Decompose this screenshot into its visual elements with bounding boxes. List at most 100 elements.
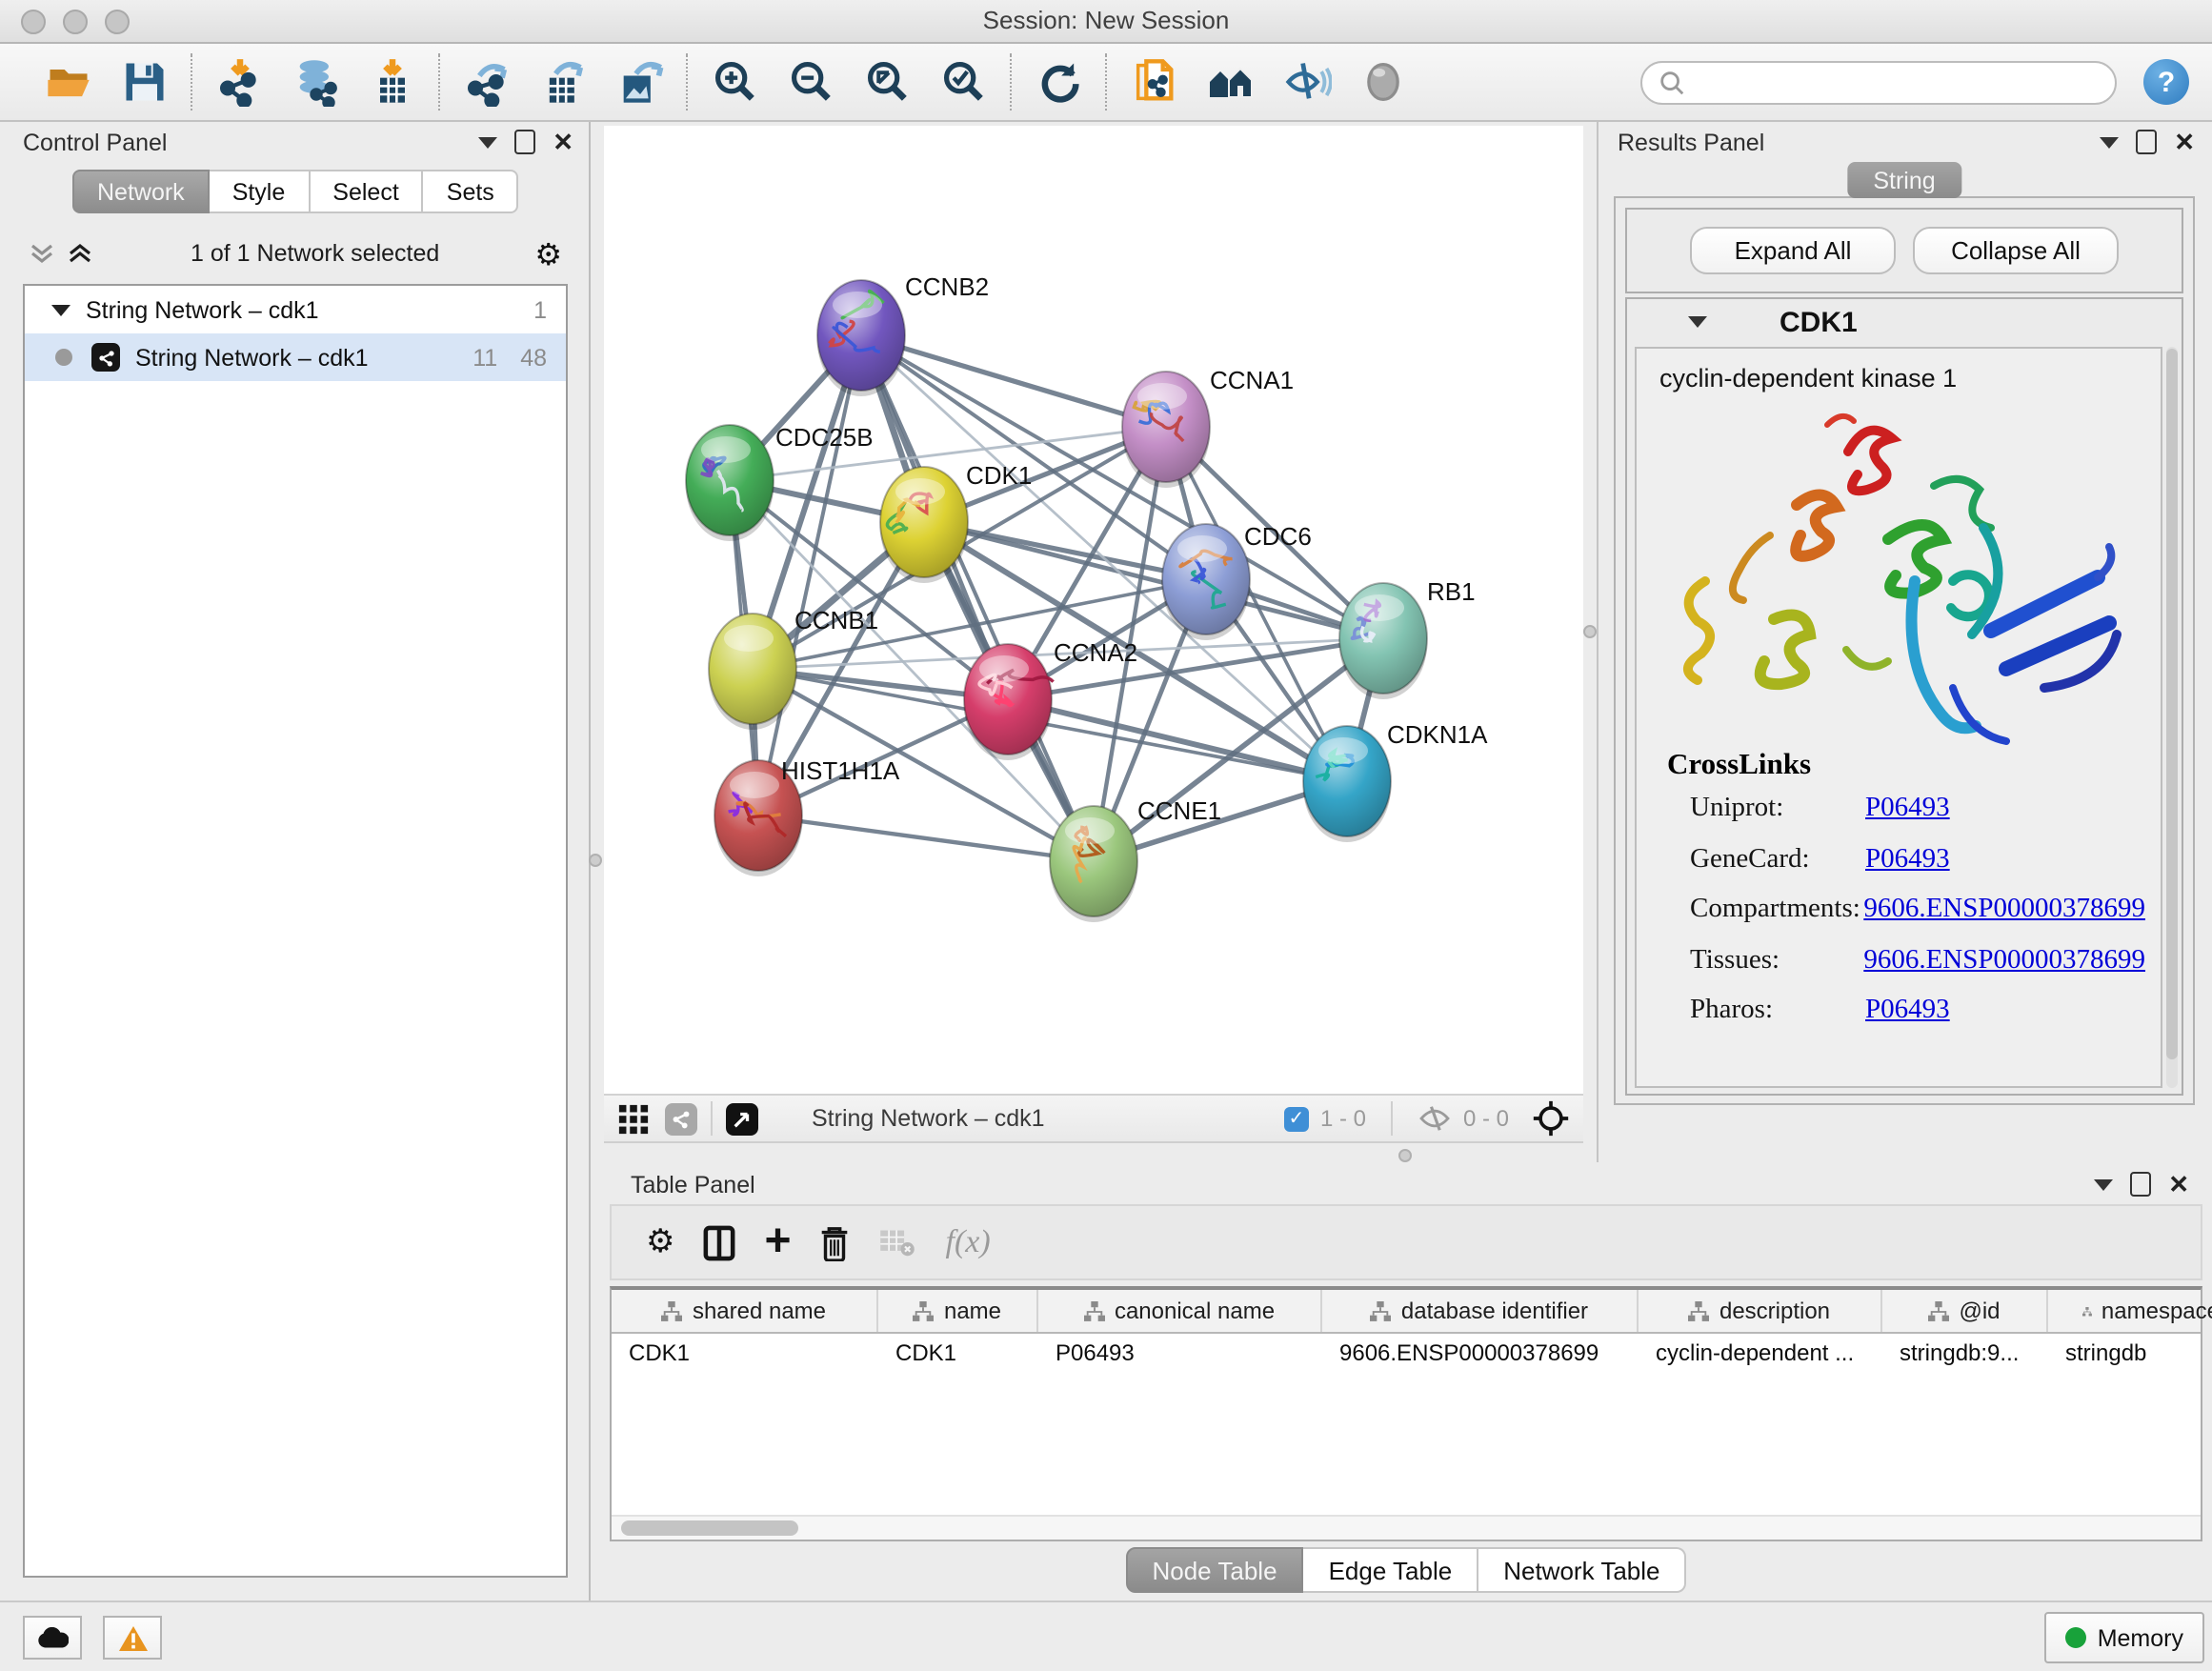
- node-gloss-highlight: [730, 772, 779, 798]
- close-panel-icon[interactable]: ✕: [2174, 131, 2195, 152]
- column-header[interactable]: @id: [1882, 1290, 2048, 1332]
- gene-card-collapse-icon[interactable]: [1688, 316, 1707, 328]
- tab-string[interactable]: String: [1846, 162, 1961, 198]
- fit-selected-crosshair-icon[interactable]: [1532, 1099, 1570, 1137]
- collapse-all-icon[interactable]: [27, 238, 57, 269]
- tab-style[interactable]: Style: [210, 170, 311, 213]
- import-table-file-button[interactable]: [368, 57, 417, 107]
- float-panel-icon[interactable]: [2130, 1172, 2151, 1197]
- refresh-button[interactable]: [1035, 57, 1084, 107]
- zoom-in-button[interactable]: [711, 57, 760, 107]
- collapse-all-button[interactable]: Collapse All: [1913, 227, 2119, 274]
- float-panel-icon[interactable]: [514, 130, 535, 154]
- expand-all-button[interactable]: Expand All: [1690, 227, 1896, 274]
- table-cell[interactable]: stringdb: [2048, 1334, 2212, 1372]
- crosslink-row: Pharos: P06493: [1690, 995, 2145, 1045]
- panel-menu-icon[interactable]: [2094, 1178, 2113, 1190]
- network-collection-row[interactable]: String Network – cdk1 1: [25, 286, 566, 333]
- control-panel: Control Panel ✕ Network Style Select Set…: [4, 122, 591, 1601]
- column-header[interactable]: namespace: [2048, 1290, 2212, 1332]
- hide-details-button[interactable]: [1282, 57, 1332, 107]
- network-row-selected[interactable]: String Network – cdk1 11 48: [25, 333, 566, 381]
- search-input[interactable]: [1640, 60, 2117, 104]
- splitter-handle[interactable]: [1398, 1149, 1412, 1162]
- show-details-button[interactable]: [1358, 57, 1408, 107]
- table-cell[interactable]: 9606.ENSP00000378699: [1322, 1334, 1639, 1372]
- table-cell[interactable]: cyclin-dependent ...: [1639, 1334, 1882, 1372]
- crosslink-link[interactable]: P06493: [1865, 843, 1950, 876]
- crosslink-link[interactable]: 9606.ENSP00000378699: [1863, 944, 2145, 976]
- share-view-icon[interactable]: [665, 1102, 697, 1135]
- table-cell[interactable]: stringdb:9...: [1882, 1334, 2048, 1372]
- table-cell[interactable]: CDK1: [878, 1334, 1038, 1372]
- add-column-icon[interactable]: +: [765, 1225, 792, 1259]
- crosslink-row: Uniprot: P06493: [1690, 793, 2145, 843]
- import-network-database-button[interactable]: [292, 57, 341, 107]
- help-button[interactable]: ?: [2143, 59, 2189, 105]
- table-panel-title: Table Panel: [631, 1172, 755, 1198]
- birds-eye-view-icon[interactable]: [726, 1102, 758, 1135]
- network-document-button[interactable]: [1130, 57, 1179, 107]
- zoom-selected-button[interactable]: [939, 57, 989, 107]
- tab-network[interactable]: Network: [72, 170, 210, 213]
- table-gear-icon[interactable]: ⚙: [646, 1223, 675, 1261]
- table-row[interactable]: CDK1 CDK1 P06493 9606.ENSP00000378699 cy…: [612, 1334, 2201, 1372]
- column-header[interactable]: name: [878, 1290, 1038, 1332]
- warnings-button[interactable]: [103, 1616, 162, 1660]
- crosslink-link[interactable]: P06493: [1865, 793, 1950, 825]
- network-edge-HIST1H1A-CCNE1[interactable]: [758, 815, 1094, 861]
- splitter-handle[interactable]: [589, 854, 602, 867]
- eye-slash-icon: [1282, 57, 1332, 107]
- panel-menu-icon[interactable]: [2100, 136, 2119, 148]
- float-panel-icon[interactable]: [2136, 130, 2157, 154]
- selected-checkbox-icon[interactable]: ✓: [1284, 1106, 1309, 1131]
- memory-status-dot: [2065, 1627, 2086, 1648]
- delete-column-trash-icon[interactable]: [820, 1224, 851, 1260]
- delete-table-icon[interactable]: [879, 1227, 917, 1258]
- open-session-button[interactable]: [44, 57, 93, 107]
- network-options-gear-icon[interactable]: ⚙: [534, 235, 562, 272]
- expand-all-icon[interactable]: [65, 238, 95, 269]
- houses-icon: [1206, 57, 1256, 107]
- tab-network-table[interactable]: Network Table: [1478, 1547, 1686, 1593]
- export-network-button[interactable]: [463, 57, 513, 107]
- close-panel-icon[interactable]: ✕: [2168, 1174, 2189, 1195]
- string-network-graph[interactable]: CCNB2CCNA1CDC25BCDK1CDC6RB1CCNB1CCNA2CDK…: [604, 126, 1583, 1094]
- table-header-row: shared name name canonical name database…: [612, 1290, 2201, 1334]
- table-cell[interactable]: P06493: [1038, 1334, 1322, 1372]
- cloud-button[interactable]: [23, 1616, 82, 1660]
- export-table-button[interactable]: [539, 57, 589, 107]
- table-horizontal-scrollbar[interactable]: [612, 1515, 2201, 1540]
- tab-edge-table[interactable]: Edge Table: [1304, 1547, 1479, 1593]
- collection-expand-icon[interactable]: [51, 304, 70, 315]
- network-canvas[interactable]: CCNB2CCNA1CDC25BCDK1CDC6RB1CCNB1CCNA2CDK…: [604, 126, 1583, 1094]
- results-scrollbar[interactable]: [2166, 347, 2178, 1088]
- crosslink-link[interactable]: P06493: [1865, 995, 1950, 1027]
- home-view-button[interactable]: [1206, 57, 1256, 107]
- tab-sets[interactable]: Sets: [424, 170, 519, 213]
- column-header[interactable]: shared name: [612, 1290, 878, 1332]
- crosslink-link[interactable]: 9606.ENSP00000378699: [1863, 894, 2145, 926]
- splitter-handle[interactable]: [1583, 625, 1597, 638]
- network-edge-CCNB2-HIST1H1A[interactable]: [758, 335, 861, 815]
- show-columns-icon[interactable]: [704, 1224, 736, 1260]
- save-session-button[interactable]: [120, 57, 170, 107]
- tab-select[interactable]: Select: [310, 170, 424, 213]
- export-image-button[interactable]: [615, 57, 665, 107]
- grid-view-icon[interactable]: [617, 1102, 650, 1135]
- tab-node-table[interactable]: Node Table: [1125, 1547, 1303, 1593]
- zoom-fit-button[interactable]: [863, 57, 913, 107]
- network-edge-CCNB2-CCNA1[interactable]: [861, 335, 1166, 427]
- zoom-out-button[interactable]: [787, 57, 836, 107]
- hidden-eye-slash-icon[interactable]: [1418, 1105, 1452, 1132]
- close-panel-icon[interactable]: ✕: [553, 131, 573, 152]
- expand-collapse-box: Expand All Collapse All: [1625, 208, 2183, 293]
- column-header[interactable]: database identifier: [1322, 1290, 1639, 1332]
- function-builder-icon[interactable]: f(x): [946, 1223, 991, 1261]
- column-header[interactable]: canonical name: [1038, 1290, 1322, 1332]
- column-header[interactable]: description: [1639, 1290, 1882, 1332]
- import-network-file-button[interactable]: [215, 57, 265, 107]
- memory-button[interactable]: Memory: [2044, 1612, 2204, 1663]
- panel-menu-icon[interactable]: [478, 136, 497, 148]
- table-cell[interactable]: CDK1: [612, 1334, 878, 1372]
